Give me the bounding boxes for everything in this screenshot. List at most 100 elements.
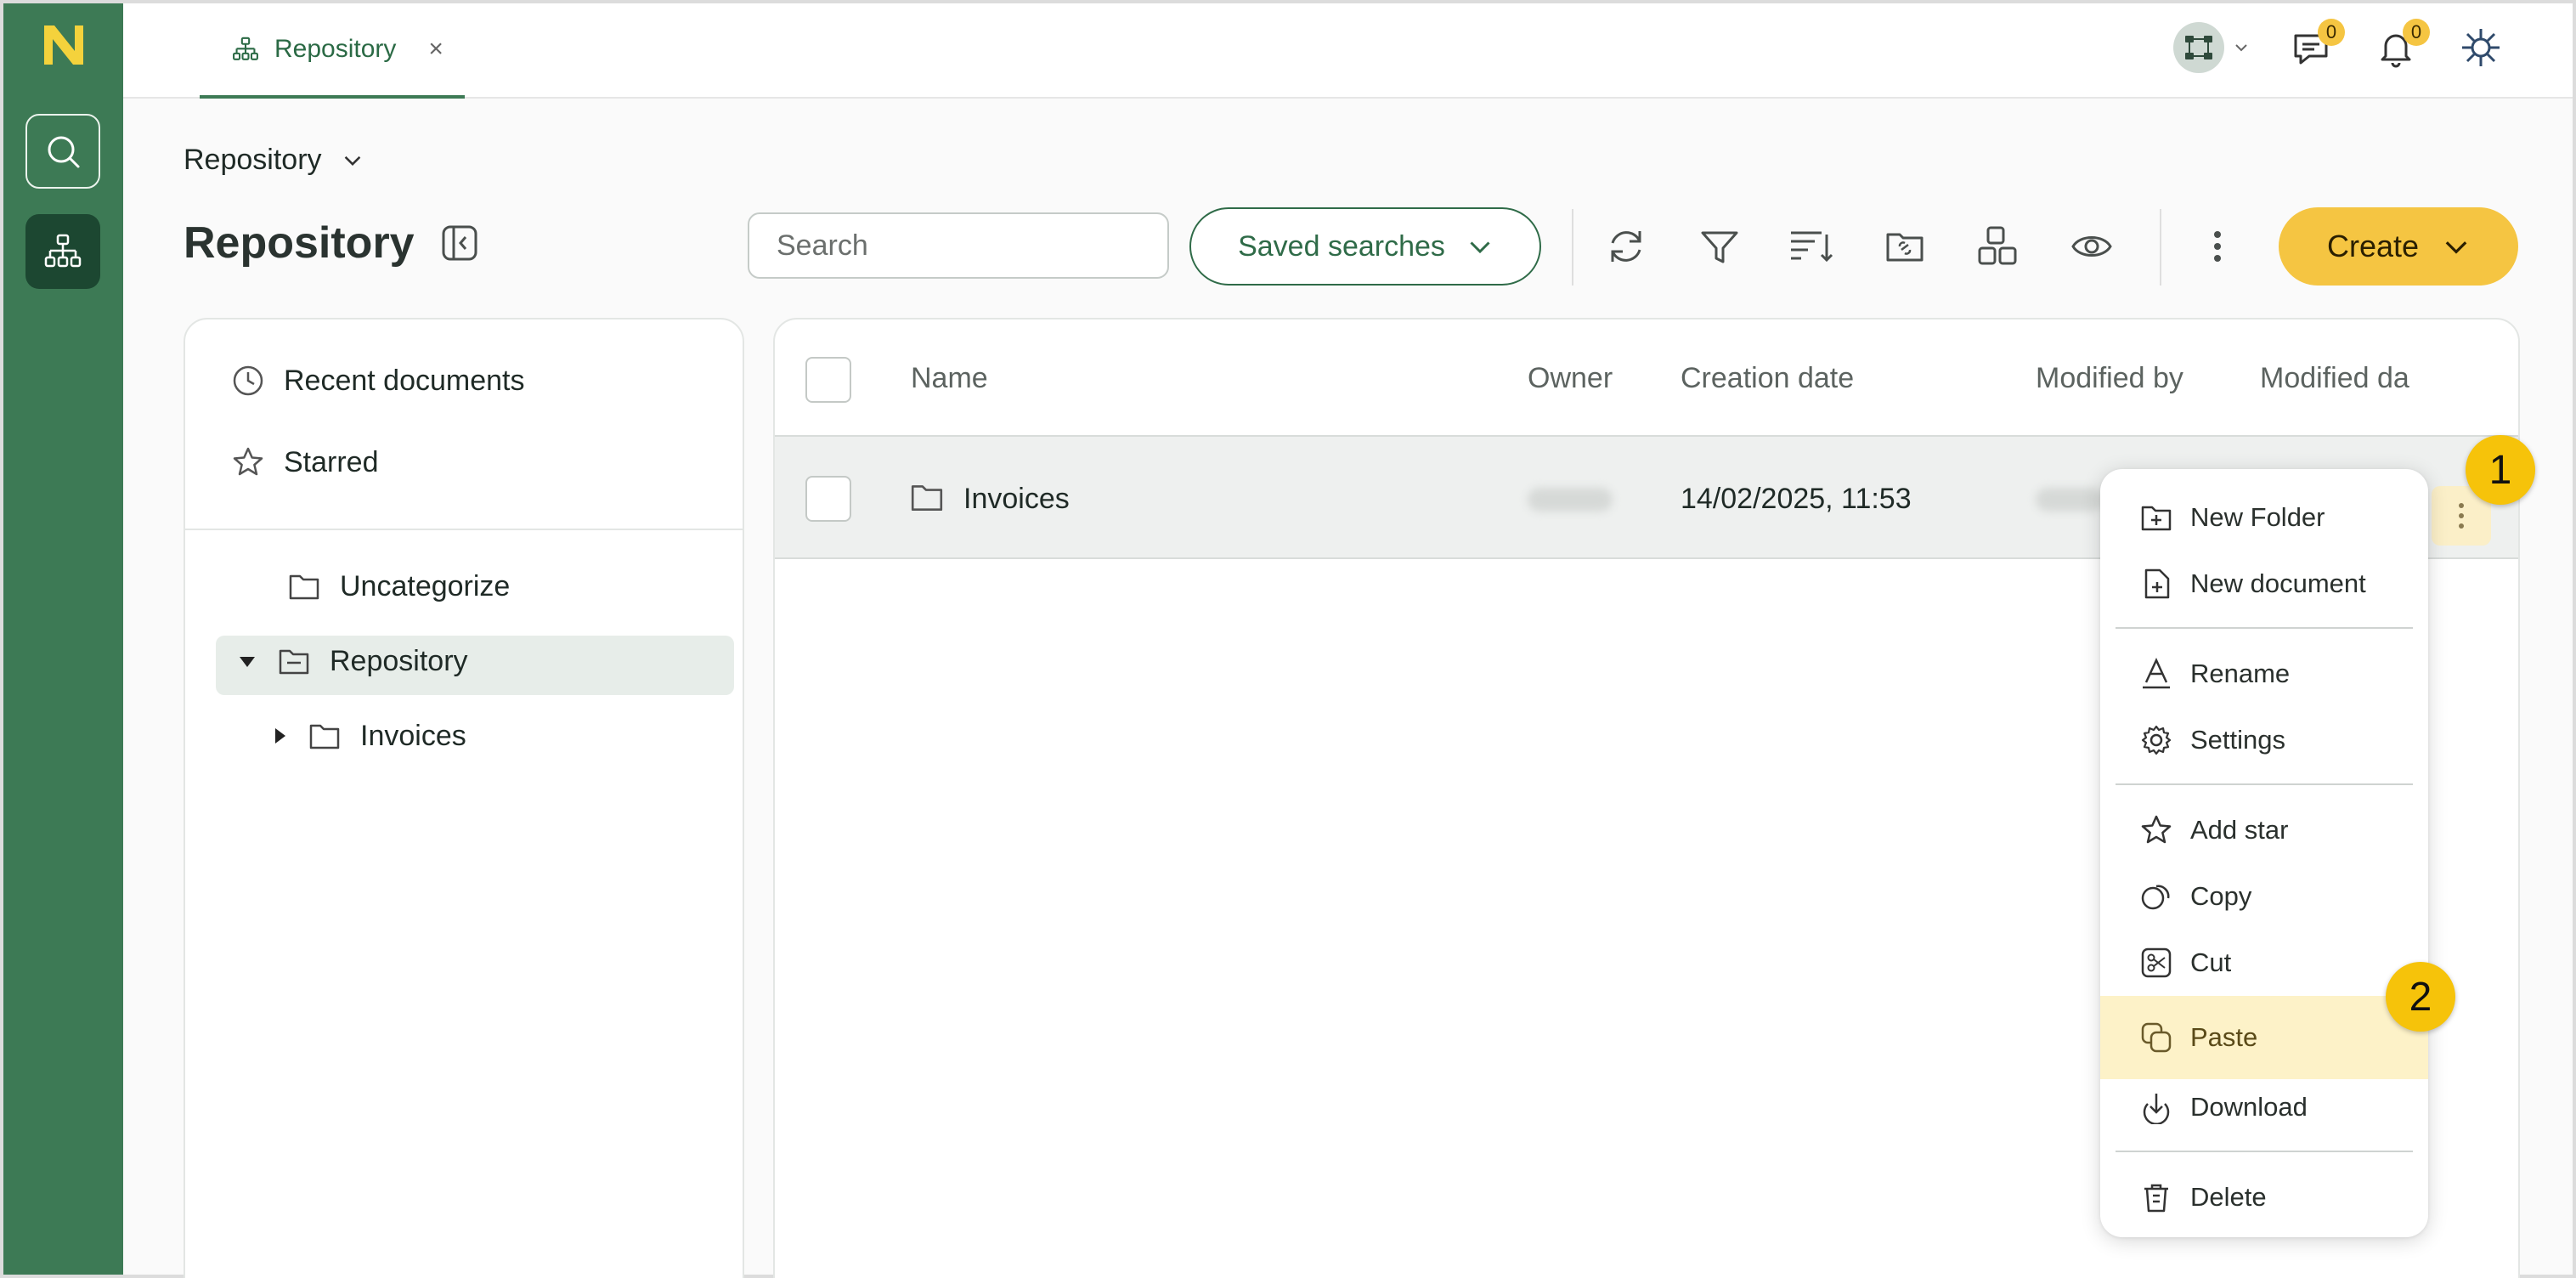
menu-divider	[2116, 1151, 2413, 1152]
workspace-switcher[interactable]	[2173, 22, 2250, 73]
app-logo-icon[interactable]	[41, 22, 87, 68]
toolbar-divider	[2160, 209, 2161, 286]
filter-icon	[1701, 231, 1738, 263]
kebab-menu-icon	[2459, 503, 2464, 529]
chevron-down-icon	[2445, 241, 2467, 254]
menu-item-label: Cut	[2190, 947, 2232, 977]
column-header-modified-date[interactable]: Modified da	[2260, 362, 2421, 395]
notifications-badge: 0	[2403, 19, 2430, 46]
row-owner-redacted	[1528, 488, 1613, 512]
breadcrumb[interactable]: Repository	[184, 144, 364, 177]
clock-icon	[233, 365, 263, 396]
menu-item-label: New document	[2190, 568, 2366, 598]
search-input[interactable]	[777, 229, 1153, 263]
column-header-name[interactable]: Name	[911, 362, 988, 395]
refresh-button[interactable]	[1602, 223, 1650, 270]
caret-right-icon[interactable]	[270, 725, 289, 747]
filter-button[interactable]	[1696, 223, 1743, 270]
gear-icon	[2141, 725, 2172, 755]
menu-item-paste[interactable]: Paste	[2100, 996, 2428, 1079]
folder-icon	[289, 574, 319, 600]
create-button[interactable]: Create	[2279, 207, 2518, 286]
menu-item-label: Add star	[2190, 815, 2289, 845]
tab-repository[interactable]: Repository ×	[200, 3, 465, 99]
tree-item-repository[interactable]: Repository	[236, 644, 468, 678]
menu-item-cut[interactable]: Cut	[2100, 930, 2428, 996]
preview-button[interactable]	[2068, 223, 2116, 270]
tree-item-uncategorize[interactable]: Uncategorize	[287, 569, 510, 603]
messages-badge: 0	[2318, 19, 2345, 46]
saved-searches-button[interactable]: Saved searches	[1189, 207, 1541, 286]
layout-button[interactable]	[1974, 223, 2022, 270]
network-icon	[2185, 36, 2212, 59]
menu-item-label: Delete	[2190, 1182, 2267, 1212]
menu-item-label: Copy	[2190, 881, 2252, 911]
nav-divider	[185, 529, 743, 530]
star-icon	[233, 447, 263, 476]
menu-item-download[interactable]: Download	[2100, 1074, 2428, 1140]
download-icon	[2143, 1094, 2170, 1124]
menu-item-settings[interactable]: Settings	[2100, 707, 2428, 773]
scissors-icon	[2141, 947, 2172, 978]
nav-starred[interactable]: Starred	[231, 445, 379, 479]
select-all-checkbox[interactable]	[805, 357, 851, 403]
menu-item-label: Download	[2190, 1092, 2308, 1122]
menu-item-new-document[interactable]: New document	[2100, 551, 2428, 617]
row-creation-date: 14/02/2025, 11:53	[1681, 483, 1912, 515]
navigation-panel: Recent documents Starred Uncategorize Re…	[184, 318, 744, 1278]
menu-item-label: Rename	[2190, 659, 2291, 688]
menu-item-add-star[interactable]: Add star	[2100, 797, 2428, 863]
avatar	[2173, 22, 2224, 73]
breadcrumb-label: Repository	[184, 144, 322, 176]
toolbar-divider	[1572, 209, 1573, 286]
tree-item-invoices[interactable]: Invoices	[270, 719, 466, 753]
top-bar: Repository × 0 0	[123, 3, 2573, 99]
column-header-owner[interactable]: Owner	[1528, 362, 1613, 395]
column-header-creation-date[interactable]: Creation date	[1681, 362, 1854, 395]
menu-item-label: Settings	[2190, 725, 2286, 755]
file-plus-icon	[2144, 568, 2170, 599]
sort-button[interactable]	[1788, 223, 1835, 270]
folder-plus-icon	[2141, 506, 2172, 531]
folder-link-icon	[1886, 233, 1924, 262]
menu-divider	[2116, 627, 2413, 629]
rail-repository-button[interactable]	[25, 214, 100, 289]
bug-network-icon	[2462, 29, 2500, 66]
paste-icon	[2141, 1022, 2172, 1053]
menu-item-label: New Folder	[2190, 502, 2325, 532]
search-field[interactable]	[748, 212, 1169, 279]
nav-recent-label: Recent documents	[284, 364, 525, 397]
folder-icon	[309, 724, 340, 749]
sitemap-icon	[233, 37, 258, 60]
nav-recent-documents[interactable]: Recent documents	[231, 364, 525, 398]
refresh-icon	[1611, 231, 1641, 262]
extensions-button[interactable]	[2457, 24, 2505, 71]
step-marker-1: 1	[2466, 435, 2535, 505]
row-name[interactable]: Invoices	[963, 483, 1070, 516]
chevron-down-icon	[1470, 241, 1490, 254]
caret-down-icon[interactable]	[236, 650, 258, 672]
menu-item-rename[interactable]: Rename	[2100, 641, 2428, 707]
row-modified-by-redacted	[2036, 488, 2104, 512]
notifications-button[interactable]: 0	[2372, 19, 2430, 71]
column-header-modified-by[interactable]: Modified by	[2036, 362, 2183, 395]
tree-item-label: Uncategorize	[340, 569, 511, 602]
more-actions-button[interactable]	[2194, 223, 2241, 270]
shared-folder-button[interactable]	[1881, 223, 1929, 270]
search-icon	[48, 136, 80, 168]
menu-item-copy[interactable]: Copy	[2100, 863, 2428, 930]
text-rename-icon	[2143, 658, 2170, 689]
chevron-down-icon	[2235, 44, 2247, 52]
rail-search-button[interactable]	[25, 114, 100, 189]
row-checkbox[interactable]	[805, 476, 851, 522]
repository-folder-icon	[279, 649, 309, 675]
menu-item-new-folder[interactable]: New Folder	[2100, 484, 2428, 551]
messages-button[interactable]: 0	[2287, 19, 2345, 71]
page-title: Repository	[184, 218, 479, 269]
menu-item-delete[interactable]: Delete	[2100, 1164, 2428, 1230]
eye-icon	[2071, 236, 2112, 257]
collapse-panel-icon[interactable]	[440, 223, 479, 263]
copy-icon	[2141, 885, 2170, 910]
chevron-down-icon	[344, 156, 360, 166]
tab-close-icon[interactable]: ×	[428, 35, 443, 64]
